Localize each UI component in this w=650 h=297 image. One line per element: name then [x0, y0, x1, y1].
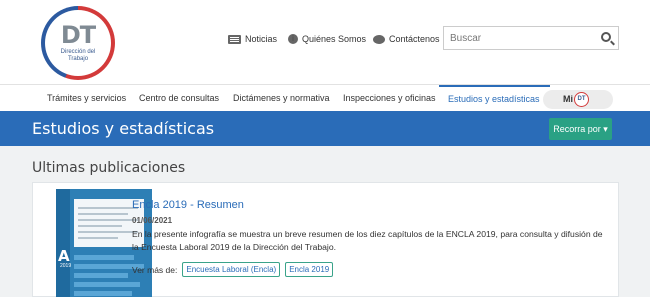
nav-item-dictamenes[interactable]: Dictámenes y normativa: [233, 85, 330, 111]
thumb-line: [78, 237, 118, 239]
newspaper-icon: [228, 34, 241, 44]
recorra-por-button[interactable]: Recorra por ▾: [549, 118, 612, 140]
logo-subtitle-line2: Trabajo: [67, 56, 89, 62]
mi-dt-badge: DT: [574, 92, 589, 107]
section-title: Ultimas publicaciones: [32, 160, 186, 176]
thumb-bar: [74, 282, 140, 287]
publication-date: 01/06/2021: [132, 216, 173, 225]
mi-dt-label: Mi: [563, 94, 573, 104]
main-content: Ultimas publicaciones A 2019 Encla 2019 …: [0, 146, 650, 297]
nav-item-estudios[interactable]: Estudios y estadísticas: [439, 85, 550, 111]
logo-inner: DT Dirección del Trabajo: [45, 10, 111, 76]
tag-encuesta-laboral[interactable]: Encuesta Laboral (Encla): [182, 262, 281, 277]
noticias-link[interactable]: Noticias: [228, 34, 277, 44]
search-box: [443, 26, 619, 50]
thumb-line: [78, 219, 138, 221]
main-nav: Trámites y servicios Centro de consultas…: [0, 84, 650, 111]
thumb-line: [78, 207, 138, 209]
publication-card: A 2019 Encla 2019 - Resumen 01/06/2021 E…: [32, 182, 619, 297]
thumb-line: [78, 231, 138, 233]
publication-description: En la presente infografía se muestra un …: [132, 229, 603, 252]
site-header: DT Dirección del Trabajo Noticias i Quié…: [0, 0, 650, 84]
nav-item-centro-consultas[interactable]: Centro de consultas: [139, 85, 219, 111]
logo-subtitle: Dirección del Trabajo: [61, 49, 96, 63]
thumb-bar: [74, 273, 128, 278]
see-more-row: Ver más de: Encuesta Laboral (Encla) Enc…: [132, 262, 334, 277]
quienes-somos-label: Quiénes Somos: [302, 34, 367, 44]
tag-encla-2019[interactable]: Encla 2019: [285, 262, 334, 277]
quienes-somos-link[interactable]: i Quiénes Somos: [288, 34, 366, 44]
section-banner: Estudios y estadísticas Recorra por ▾: [0, 111, 650, 146]
chat-icon: [373, 34, 385, 44]
thumb-stripe: [56, 189, 70, 297]
thumb-line: [78, 225, 122, 227]
dt-logo[interactable]: DT Dirección del Trabajo: [41, 6, 115, 80]
thumb-bar: [74, 255, 134, 260]
page-title: Estudios y estadísticas: [32, 119, 215, 138]
nav-item-tramites[interactable]: Trámites y servicios: [47, 85, 126, 111]
logo-subtitle-line1: Dirección del: [60, 49, 96, 55]
mi-dt-button[interactable]: Mi DT: [543, 90, 613, 109]
see-more-label: Ver más de:: [132, 264, 178, 275]
nav-item-inspecciones[interactable]: Inspecciones y oficinas: [343, 85, 436, 111]
thumb-year: 2019: [60, 263, 72, 269]
publication-title-link[interactable]: Encla 2019 - Resumen: [132, 199, 244, 211]
contactenos-label: Contáctenos: [389, 34, 440, 44]
logo-initials: DT: [60, 21, 96, 49]
search-icon[interactable]: [601, 32, 611, 42]
search-input[interactable]: [450, 31, 590, 46]
thumb-bar: [74, 291, 132, 296]
thumb-line: [78, 213, 128, 215]
info-icon: i: [288, 34, 298, 44]
contactenos-link[interactable]: Contáctenos: [373, 34, 440, 44]
noticias-label: Noticias: [245, 34, 278, 44]
